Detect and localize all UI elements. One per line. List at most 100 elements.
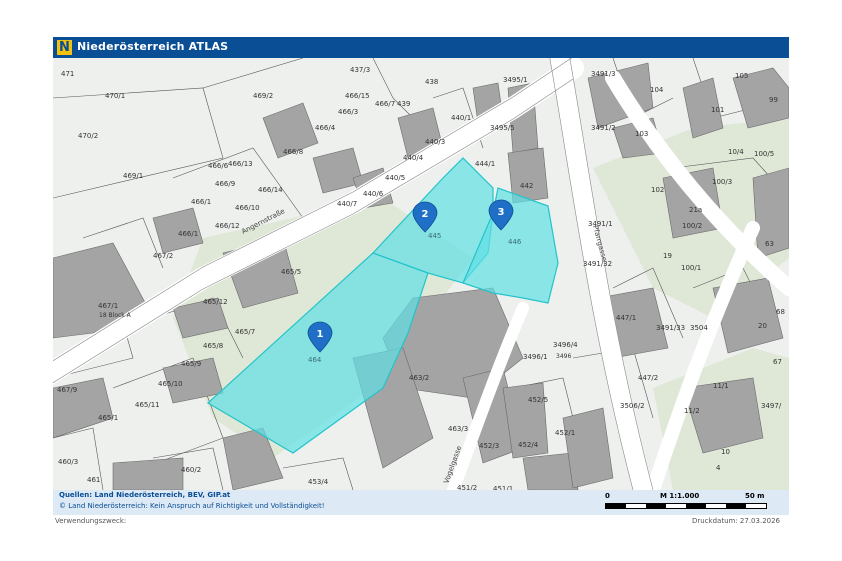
svg-text:452/4: 452/4 [518, 441, 539, 449]
cadastral-map: 471 470/1 470/2 469/2 469/1 437/3 438 466/15 4… [53, 58, 789, 490]
svg-text:470/2: 470/2 [78, 132, 98, 140]
svg-text:101: 101 [711, 106, 724, 114]
svg-text:2: 2 [422, 209, 429, 220]
svg-text:440/4: 440/4 [403, 154, 424, 162]
map-view[interactable]: 471 470/1 470/2 469/2 469/1 437/3 438 466/15 4… [53, 58, 789, 490]
svg-text:100/2: 100/2 [682, 222, 702, 230]
svg-text:460/3: 460/3 [58, 458, 78, 466]
svg-text:446: 446 [508, 238, 522, 246]
svg-text:453/4: 453/4 [308, 478, 329, 486]
svg-text:1: 1 [317, 329, 324, 340]
svg-text:466/4: 466/4 [315, 124, 336, 132]
svg-text:471: 471 [61, 70, 74, 78]
svg-text:63: 63 [765, 240, 774, 248]
svg-text:464: 464 [308, 356, 322, 364]
svg-text:466/3: 466/3 [338, 108, 358, 116]
svg-text:3491/32: 3491/32 [583, 260, 612, 268]
svg-text:466/12: 466/12 [215, 222, 240, 230]
svg-text:104: 104 [650, 86, 664, 94]
svg-text:463/3: 463/3 [448, 425, 468, 433]
svg-text:3496/4: 3496/4 [553, 341, 578, 349]
svg-text:68: 68 [776, 308, 785, 316]
svg-text:4: 4 [716, 464, 721, 472]
svg-text:461: 461 [87, 476, 100, 484]
svg-text:440/3: 440/3 [425, 138, 445, 146]
svg-text:447/2: 447/2 [638, 374, 658, 382]
svg-text:466/14: 466/14 [258, 186, 283, 194]
svg-text:10: 10 [721, 448, 730, 456]
scale-end-label: 50 m [745, 492, 765, 500]
svg-text:465/10: 465/10 [158, 380, 183, 388]
svg-text:440/7: 440/7 [337, 200, 357, 208]
svg-text:470/1: 470/1 [105, 92, 125, 100]
svg-text:3491/3: 3491/3 [591, 70, 616, 78]
svg-text:18 Block A: 18 Block A [99, 312, 132, 319]
svg-text:465/5: 465/5 [281, 268, 301, 276]
scale-start-label: 0 [605, 492, 610, 500]
svg-text:19: 19 [663, 252, 672, 260]
svg-text:460/2: 460/2 [181, 466, 201, 474]
svg-text:466/1: 466/1 [178, 230, 198, 238]
svg-text:3497/: 3497/ [761, 402, 782, 410]
svg-text:440/5: 440/5 [385, 174, 405, 182]
map-footer: Quellen: Land Niederösterreich, BEV, GIP… [53, 490, 789, 515]
svg-text:3496/1: 3496/1 [523, 353, 548, 361]
svg-text:3491/33: 3491/33 [656, 324, 685, 332]
svg-text:465/12: 465/12 [203, 298, 228, 306]
scale-bar: 0 M 1:1.000 50 m [605, 492, 767, 512]
scale-bar-graphic [605, 503, 767, 509]
purpose-label: Verwendungszweck: [55, 517, 127, 525]
svg-text:465/11: 465/11 [135, 401, 160, 409]
svg-text:465/7: 465/7 [235, 328, 255, 336]
svg-text:463/2: 463/2 [409, 374, 429, 382]
svg-text:465/8: 465/8 [203, 342, 223, 350]
svg-text:467/1: 467/1 [98, 302, 118, 310]
svg-text:440/6: 440/6 [363, 190, 384, 198]
svg-text:467/9: 467/9 [57, 386, 77, 394]
svg-text:465/9: 465/9 [181, 360, 201, 368]
svg-text:466/9: 466/9 [215, 180, 235, 188]
svg-text:21a: 21a [689, 206, 702, 214]
svg-text:11/1: 11/1 [713, 382, 729, 390]
svg-text:452/1: 452/1 [555, 429, 575, 437]
svg-text:466/7: 466/7 [375, 100, 395, 108]
svg-text:447/1: 447/1 [616, 314, 636, 322]
noe-logo-icon: N [57, 40, 72, 55]
svg-text:466/10: 466/10 [235, 204, 260, 212]
svg-text:452/5: 452/5 [528, 396, 548, 404]
svg-text:20: 20 [758, 322, 767, 330]
svg-text:3491/2: 3491/2 [591, 124, 616, 132]
copyright-text: © Land Niederösterreich: Kein Anspruch a… [59, 502, 325, 510]
svg-text:444/1: 444/1 [475, 160, 495, 168]
svg-text:439: 439 [397, 100, 410, 108]
svg-text:465/1: 465/1 [98, 414, 118, 422]
svg-text:10/4: 10/4 [728, 148, 744, 156]
atlas-title: Niederösterreich ATLAS [77, 40, 229, 53]
svg-text:452/3: 452/3 [479, 442, 499, 450]
svg-text:3504: 3504 [690, 324, 708, 332]
svg-text:466/8: 466/8 [283, 148, 303, 156]
svg-text:440/1: 440/1 [451, 114, 471, 122]
svg-text:100/3: 100/3 [712, 178, 732, 186]
svg-text:445: 445 [428, 232, 441, 240]
svg-text:466/15: 466/15 [345, 92, 370, 100]
scale-ratio-label: M 1:1.000 [660, 492, 700, 500]
svg-text:466/6: 466/6 [208, 162, 229, 170]
svg-text:466/13: 466/13 [228, 160, 253, 168]
svg-text:105: 105 [735, 72, 748, 80]
svg-text:103: 103 [635, 130, 648, 138]
svg-text:67: 67 [773, 358, 782, 366]
svg-text:466/1: 466/1 [191, 198, 211, 206]
svg-text:3496: 3496 [556, 353, 571, 360]
svg-text:11/2: 11/2 [684, 407, 700, 415]
svg-text:99: 99 [769, 96, 778, 104]
sources-text: Quellen: Land Niederösterreich, BEV, GIP… [59, 491, 231, 499]
svg-text:100/1: 100/1 [681, 264, 701, 272]
svg-text:438: 438 [425, 78, 438, 86]
svg-text:442: 442 [520, 182, 533, 190]
svg-text:467/2: 467/2 [153, 252, 173, 260]
svg-text:3495/5: 3495/5 [490, 124, 515, 132]
svg-text:469/1: 469/1 [123, 172, 143, 180]
svg-text:3495/1: 3495/1 [503, 76, 528, 84]
svg-text:469/2: 469/2 [253, 92, 273, 100]
